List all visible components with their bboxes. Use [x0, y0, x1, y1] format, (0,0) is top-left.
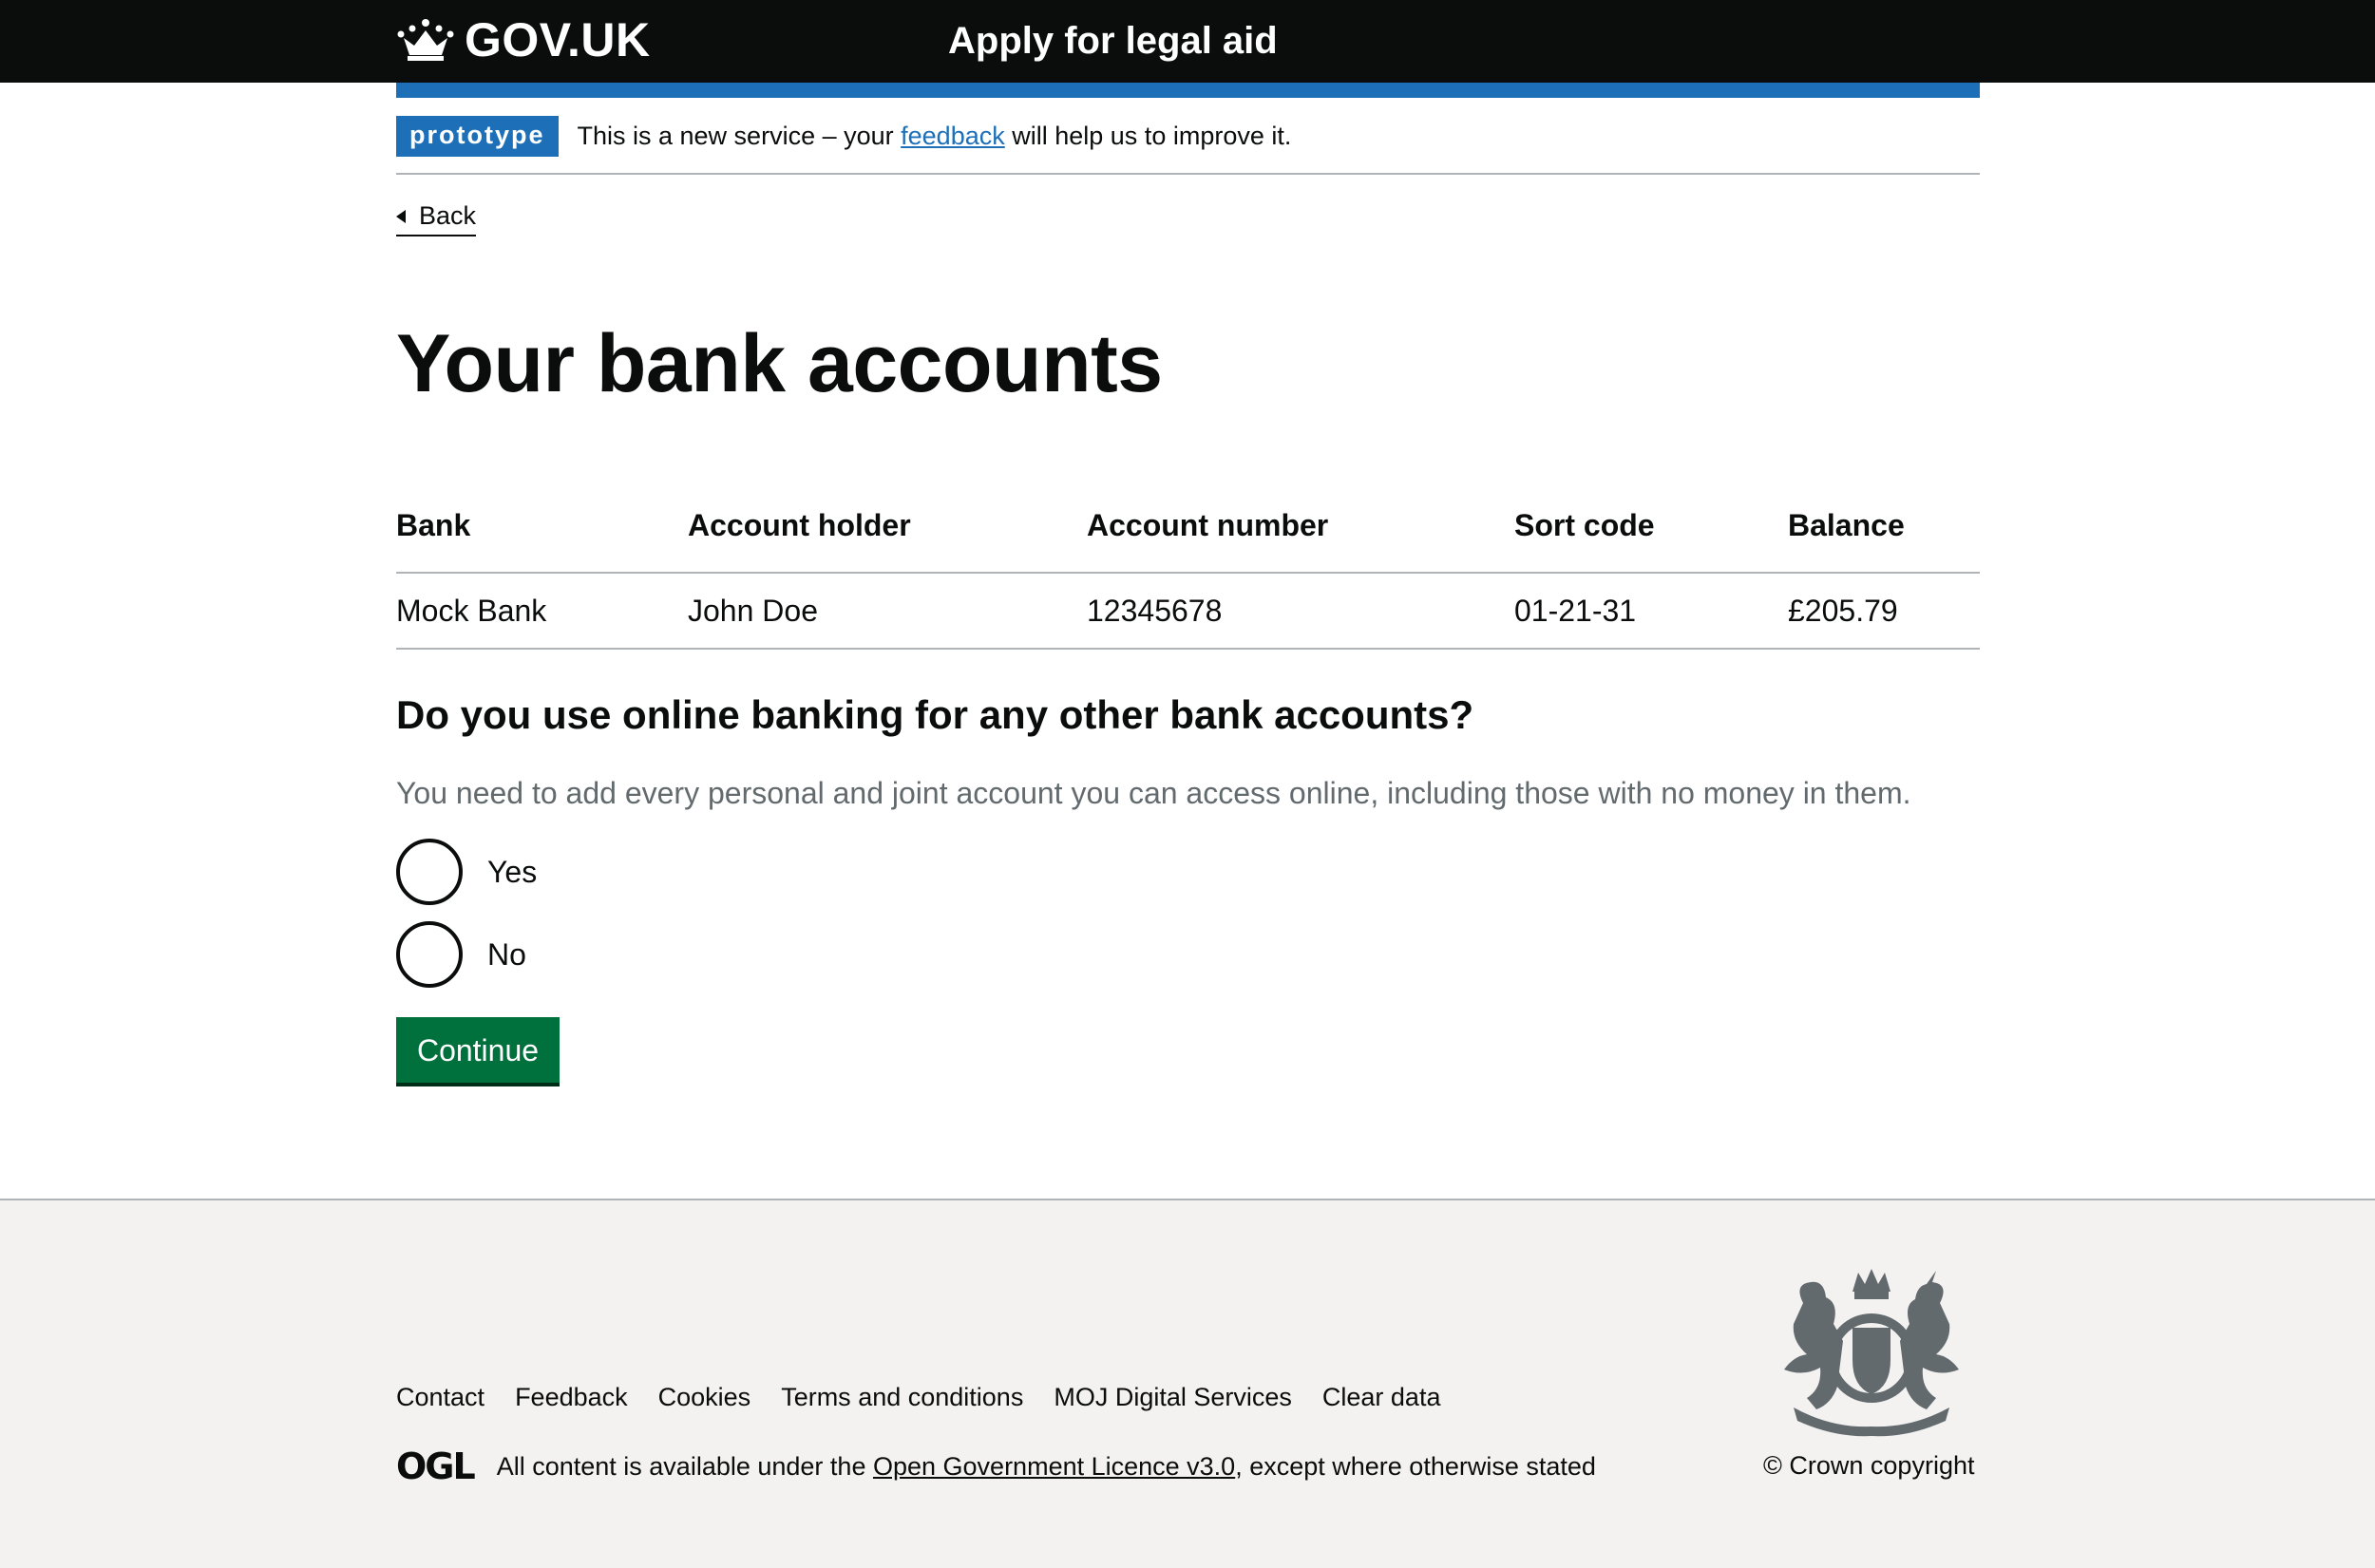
licence-text-after: , except where otherwise stated	[1235, 1451, 1596, 1481]
footer-link-terms[interactable]: Terms and conditions	[781, 1383, 1023, 1412]
column-header-sort-code: Sort code	[1514, 499, 1788, 574]
footer-link-cookies[interactable]: Cookies	[658, 1383, 751, 1412]
crown-icon	[397, 19, 454, 61]
continue-button[interactable]: Continue	[396, 1017, 560, 1083]
page-title: Your bank accounts	[396, 318, 1163, 409]
footer-link-moj-digital-services[interactable]: MOJ Digital Services	[1054, 1383, 1292, 1412]
site-header: GOV.UK Apply for legal aid	[0, 0, 2375, 83]
radio-option-yes[interactable]: Yes	[396, 839, 537, 905]
ogl-logo-icon: OGL	[396, 1445, 476, 1487]
radio-yes-label[interactable]: Yes	[487, 855, 537, 890]
column-header-account-holder: Account holder	[688, 499, 1087, 574]
footer-link-feedback[interactable]: Feedback	[515, 1383, 628, 1412]
footer-link-clear-data[interactable]: Clear data	[1322, 1383, 1441, 1412]
site-footer: Contact Feedback Cookies Terms and condi…	[0, 1199, 2375, 1568]
cell-balance: £205.79	[1788, 573, 1980, 650]
phase-tag: prototype	[396, 116, 559, 157]
govuk-logo-link[interactable]: GOV.UK	[396, 13, 651, 66]
column-header-bank: Bank	[396, 499, 688, 574]
question-heading: Do you use online banking for any other …	[396, 692, 1474, 737]
licence-statement: OGL All content is available under the O…	[396, 1445, 1596, 1487]
column-header-account-number: Account number	[1087, 499, 1514, 574]
footer-links: Contact Feedback Cookies Terms and condi…	[396, 1383, 1471, 1412]
bank-accounts-table: Bank Account holder Account number Sort …	[396, 499, 1980, 650]
question-hint: You need to add every personal and joint…	[396, 776, 1911, 810]
crown-copyright: © Crown copyright	[1763, 1451, 1975, 1480]
licence-text-before: All content is available under the	[496, 1451, 866, 1481]
table-row: Mock Bank John Doe 12345678 01-21-31 £20…	[396, 573, 1980, 650]
table-header-row: Bank Account holder Account number Sort …	[396, 499, 1980, 574]
radio-no-input[interactable]	[396, 921, 463, 988]
back-link[interactable]: Back	[396, 197, 477, 236]
cell-bank: Mock Bank	[396, 573, 688, 650]
royal-coat-of-arms-icon	[1784, 1269, 1959, 1437]
radio-no-label[interactable]: No	[487, 937, 526, 973]
header-accent-bar	[396, 83, 1980, 98]
phase-text-before: This is a new service – your	[577, 122, 894, 150]
phase-banner-text: This is a new service – your feedback wi…	[578, 116, 1292, 157]
back-link-label: Back	[419, 201, 477, 230]
phase-banner: prototype This is a new service – your f…	[396, 116, 1980, 175]
service-name-link[interactable]: Apply for legal aid	[948, 17, 1278, 65]
phase-text-after: will help us to improve it.	[1012, 122, 1292, 150]
radio-yes-input[interactable]	[396, 839, 463, 905]
cell-account-number: 12345678	[1087, 573, 1514, 650]
feedback-link[interactable]: feedback	[901, 122, 1005, 150]
radio-option-no[interactable]: No	[396, 921, 526, 988]
column-header-balance: Balance	[1788, 499, 1980, 574]
cell-sort-code: 01-21-31	[1514, 573, 1788, 650]
licence-link[interactable]: Open Government Licence v3.0	[873, 1452, 1235, 1482]
logo-text: GOV.UK	[465, 13, 651, 66]
cell-account-holder: John Doe	[688, 573, 1087, 650]
back-arrow-icon	[396, 210, 406, 223]
footer-link-contact[interactable]: Contact	[396, 1383, 484, 1412]
